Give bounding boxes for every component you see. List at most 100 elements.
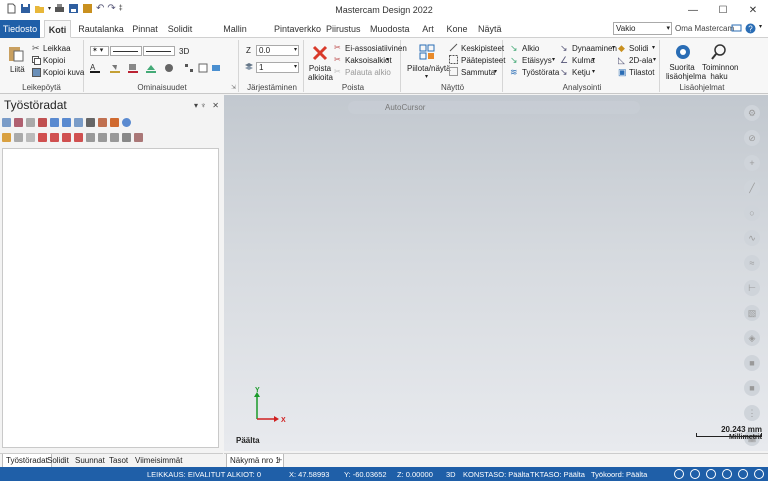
tab-mesh[interactable]: Pintaverkko	[274, 20, 321, 38]
function-search-icon[interactable]	[710, 43, 728, 61]
shaded-display-icon[interactable]	[706, 469, 716, 479]
clear-color-icon[interactable]	[198, 63, 208, 73]
delete-icon[interactable]	[312, 45, 328, 61]
bottom-tab-recent[interactable]: Viimeisimmät	[135, 456, 182, 465]
panel-pin-icon[interactable]: ▾ ♆	[194, 101, 206, 110]
move-down-icon[interactable]	[38, 132, 47, 142]
bottom-tab-toolpaths[interactable]: Työstöradat	[2, 454, 52, 468]
chain-dropdown-icon[interactable]: ▾	[592, 68, 595, 75]
transparency-icon[interactable]	[722, 469, 732, 479]
centers-button[interactable]: Keskipisteet	[461, 44, 504, 53]
set-attributes-icon[interactable]	[211, 63, 221, 73]
level-input[interactable]: 1 ▾	[256, 62, 299, 73]
insert-arrow-icon[interactable]	[62, 132, 71, 142]
regenerate-icon[interactable]	[26, 117, 35, 127]
wireframe-display-icon[interactable]	[690, 469, 700, 479]
area-2d-dropdown-icon[interactable]: ▾	[653, 56, 656, 63]
select-all-mask-icon[interactable]: +	[744, 155, 760, 171]
mask-solids-icon[interactable]: ◈	[744, 330, 760, 346]
tab-solids[interactable]: Solidit	[166, 20, 194, 38]
material-display-icon[interactable]	[738, 469, 748, 479]
restore-entity-button[interactable]: Palauta alkio	[345, 68, 391, 77]
my-mastercam-link[interactable]: Oma Mastercam	[675, 20, 734, 38]
delete-entities-button[interactable]: Poista alkioita	[308, 64, 333, 82]
analyze-distance-button[interactable]: Etäisyys	[522, 56, 552, 65]
bottom-tab-planes[interactable]: Suunnat	[75, 456, 105, 465]
duplicates-dropdown-icon[interactable]: ▾	[386, 56, 389, 63]
fill-color-icon[interactable]	[110, 63, 120, 73]
angle-dropdown-icon[interactable]: ▾	[592, 56, 595, 63]
hide-show-icon[interactable]	[419, 44, 435, 60]
unassociative-button[interactable]: Ei-assosiatiivinen	[345, 44, 407, 53]
bottom-tab-solids[interactable]: Solidit	[47, 456, 69, 465]
material-icon[interactable]	[164, 63, 174, 73]
tab-model-prep[interactable]: Mallin valmistelu	[203, 20, 267, 52]
set-all-icon[interactable]	[184, 63, 194, 73]
surface-color-icon[interactable]	[146, 63, 156, 73]
mask-surfaces-icon[interactable]: ≈	[744, 255, 760, 271]
point-style-select[interactable]: ✶ ▾	[90, 46, 109, 56]
select-all-icon[interactable]	[2, 117, 11, 127]
paste-icon[interactable]	[8, 44, 24, 62]
gear-icon[interactable]: ⚙	[744, 105, 760, 121]
function-search-button[interactable]: Toiminnon haku	[702, 63, 738, 81]
wcs-status[interactable]: Työkoord: Päälta	[591, 470, 647, 479]
endpoints-button[interactable]: Päätepisteet	[461, 56, 505, 65]
mask-hatch-icon[interactable]: ▧	[744, 305, 760, 321]
show-selected-icon[interactable]	[86, 132, 95, 142]
verify-icon[interactable]	[62, 117, 71, 127]
help-icon[interactable]: ?	[745, 23, 756, 34]
toggle-display-icon[interactable]	[14, 132, 23, 142]
run-addin-button[interactable]: Suorita lisäohjelma	[666, 63, 706, 81]
cplane-status[interactable]: KONSTASO: Päälta	[463, 470, 530, 479]
mode-3d-status[interactable]: 3D	[446, 470, 456, 479]
paste-button[interactable]: Liitä	[10, 65, 25, 74]
maximize-button[interactable]: ☐	[708, 0, 738, 20]
mode-3d-toggle[interactable]: 3D	[179, 47, 189, 56]
help-dropdown-icon[interactable]: ▾	[759, 23, 762, 34]
tab-transform[interactable]: Muodosta	[370, 20, 410, 38]
options-icon[interactable]	[110, 132, 119, 142]
z-depth-input[interactable]: 0.0 ▾	[256, 45, 299, 56]
dialog-launcher-icon[interactable]: ⇲	[231, 84, 236, 91]
backplot-icon[interactable]	[50, 117, 59, 127]
show-all-icon[interactable]	[98, 132, 107, 142]
copy-image-button[interactable]: Kopioi kuva	[43, 68, 84, 77]
tab-drafting[interactable]: Piirustus	[326, 20, 361, 38]
tab-machine[interactable]: Kone	[446, 20, 468, 38]
analyze-chain-button[interactable]: Ketju	[572, 68, 590, 77]
clear-selection-icon[interactable]: ⊘	[744, 130, 760, 146]
solid-color-icon[interactable]	[128, 63, 138, 73]
globe-icon[interactable]	[674, 469, 684, 479]
mask-splines-icon[interactable]: ∿	[744, 230, 760, 246]
move-up-icon[interactable]	[50, 132, 59, 142]
tab-wireframe[interactable]: Rautalanka	[77, 20, 125, 38]
hide-show-dropdown-icon[interactable]: ▾	[425, 73, 428, 80]
analyze-entity-button[interactable]: Alkio	[522, 44, 539, 53]
toggle-post-icon[interactable]	[26, 132, 35, 142]
tool-manager-icon[interactable]	[134, 132, 143, 142]
close-button[interactable]: ✕	[738, 0, 768, 20]
line-width-select[interactable]	[143, 46, 175, 56]
tplane-status[interactable]: TKTASO: Päälta	[530, 470, 585, 479]
properties-icon[interactable]	[122, 132, 131, 142]
cut-button[interactable]: Leikkaa	[43, 44, 71, 53]
lighting-icon[interactable]	[754, 469, 764, 479]
wireframe-color-icon[interactable]: A	[90, 63, 100, 73]
viewsheet-tab-1[interactable]: Näkymä nro 1	[226, 454, 284, 468]
simulate-icon[interactable]	[74, 117, 83, 127]
duplicates-button[interactable]: Kaksoisalkiot	[345, 56, 392, 65]
high-feed-icon[interactable]	[110, 117, 119, 127]
mask-lines-icon[interactable]: ╱	[744, 180, 760, 196]
autocursor-label[interactable]: AutoCursor	[385, 103, 425, 112]
bottom-tab-levels[interactable]: Tasot	[109, 456, 128, 465]
minimize-button[interactable]: —	[678, 0, 708, 20]
scroll-icon[interactable]	[74, 132, 83, 142]
analyze-area-2d-button[interactable]: 2D-ala	[629, 56, 653, 65]
post-icon[interactable]	[98, 117, 107, 127]
select-failed-icon[interactable]	[14, 117, 23, 127]
graphics-viewport[interactable]: AutoCursor ⚙ ⊘ + ╱ ○ ∿ ≈ ⊢ ▧ ◈ ■ ■ ⋮ ▦ Y…	[224, 95, 768, 451]
tab-home[interactable]: Koti	[44, 20, 71, 38]
style-select[interactable]: Vakio ▾	[613, 22, 672, 35]
panel-close-icon[interactable]: ✕	[212, 101, 219, 110]
